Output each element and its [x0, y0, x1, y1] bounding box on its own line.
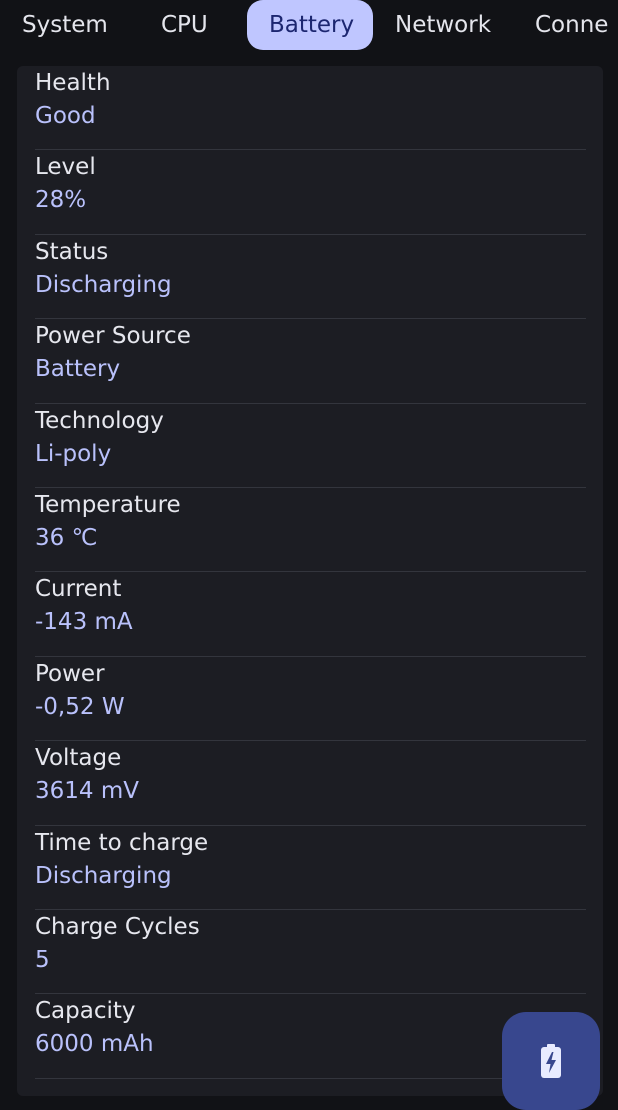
row-value: Discharging	[35, 271, 172, 298]
tab-network[interactable]: Network	[373, 0, 513, 50]
info-row-status: Status Discharging	[35, 235, 586, 320]
info-row-time-to-charge: Time to charge Discharging	[35, 826, 586, 910]
row-label: Capacity	[35, 998, 136, 1025]
battery-charging-icon	[541, 1044, 561, 1078]
row-value: Battery	[35, 356, 121, 383]
tab-bar: System CPU Battery Network Conne	[0, 0, 618, 52]
info-row-health: Health Good	[35, 66, 586, 151]
row-label: Charge Cycles	[35, 913, 200, 940]
info-row-power: Power -0,52 W	[35, 657, 586, 742]
row-label: Health	[35, 70, 111, 96]
row-value: -0,52 W	[35, 693, 125, 720]
battery-fab-button[interactable]	[502, 1012, 600, 1110]
info-row-temperature: Temperature 36 ℃	[35, 488, 586, 573]
row-value: Discharging	[35, 862, 172, 889]
row-label: Technology	[35, 407, 164, 434]
row-label: Power	[35, 660, 105, 687]
row-label: Current	[35, 576, 122, 603]
row-value: 28%	[35, 187, 87, 214]
info-row-charge-cycles: Charge Cycles 5	[35, 910, 586, 995]
row-value: 3614 mV	[35, 778, 139, 805]
info-row-current: Current -143 mA	[35, 572, 586, 657]
battery-info-card: Health Good Level 28% Status Discharging…	[17, 66, 603, 1096]
tab-system[interactable]: System	[0, 0, 130, 50]
row-value: 36 ℃	[35, 524, 98, 551]
row-value: -143 mA	[35, 609, 133, 636]
info-row-technology: Technology Li-poly	[35, 404, 586, 488]
row-label: Status	[35, 238, 109, 265]
info-row-power-source: Power Source Battery	[35, 319, 586, 404]
tab-battery[interactable]: Battery	[247, 0, 373, 50]
row-value: 5	[35, 946, 50, 973]
row-label: Power Source	[35, 323, 191, 350]
tab-cpu[interactable]: CPU	[139, 0, 230, 50]
info-row-voltage: Voltage 3614 mV	[35, 741, 586, 826]
row-value: Li-poly	[35, 440, 112, 467]
row-label: Voltage	[35, 745, 122, 772]
row-label: Level	[35, 154, 96, 181]
tab-connectivity[interactable]: Conne	[513, 0, 618, 50]
row-label: Time to charge	[35, 829, 209, 856]
row-value: 6000 mAh	[35, 1031, 154, 1058]
row-label: Temperature	[35, 491, 181, 518]
row-value: Good	[35, 103, 96, 129]
info-row-level: Level 28%	[35, 150, 586, 235]
